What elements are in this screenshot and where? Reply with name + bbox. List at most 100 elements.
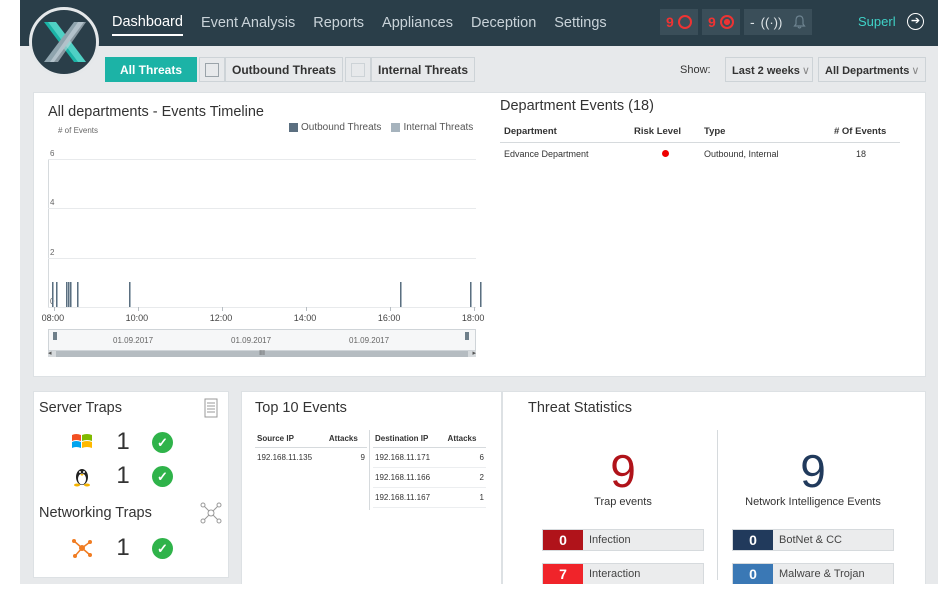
event-bar[interactable] [471, 282, 473, 307]
notifications-button[interactable] [786, 9, 812, 35]
x-tick-label: 16:00 [377, 313, 401, 323]
x-tick-mark [389, 307, 391, 311]
nav-appliances[interactable]: Appliances [382, 11, 453, 35]
radio-icon [205, 62, 220, 77]
table-divider [369, 430, 370, 510]
scroll-left-arrow-icon[interactable]: ◂ [48, 349, 52, 357]
dest-ip[interactable]: 192.168.11.166 [373, 467, 446, 488]
nav-deception[interactable]: Deception [471, 11, 536, 35]
col-risk-level[interactable]: Risk Level [630, 123, 700, 143]
y-axis-line [48, 159, 49, 307]
interaction-label: Interaction [589, 568, 641, 580]
chevron-down-icon: ∨ [801, 65, 810, 77]
legend-internal[interactable]: Internal Threats [403, 122, 473, 133]
internal-threats-button[interactable]: Internal Threats [371, 57, 476, 82]
event-bar[interactable] [68, 282, 70, 307]
col-destination-ip[interactable]: Destination IP [373, 432, 446, 448]
period-select[interactable]: Last 2 weeks ∨ [725, 57, 813, 82]
network-events-total: 9 [800, 445, 826, 497]
col-source-ip[interactable]: Source IP [255, 432, 327, 448]
dest-attacks: 2 [445, 467, 486, 488]
nav-handle-left[interactable] [53, 332, 57, 340]
col-events[interactable]: # Of Events [830, 123, 900, 143]
botnet-label: BotNet & CC [779, 534, 842, 546]
stat-botnet[interactable]: 0 BotNet & CC [732, 529, 894, 551]
nav-settings[interactable]: Settings [554, 11, 606, 35]
x-tick-mark [137, 307, 139, 311]
x-tick-label: 12:00 [209, 313, 233, 323]
all-threats-button[interactable]: All Threats [105, 57, 198, 82]
network-trap-count: 1 [116, 534, 130, 561]
trap-events-label: Trap events [594, 496, 652, 508]
nav-handle-right[interactable] [465, 332, 469, 340]
main-nav: Dashboard Event Analysis Reports Applian… [112, 0, 625, 46]
nav-reports[interactable]: Reports [313, 11, 364, 35]
source-ip[interactable]: 192.168.11.135 [255, 448, 327, 468]
x-logo-icon [44, 22, 86, 62]
departments-select[interactable]: All Departments ∨ [818, 57, 926, 82]
event-bar[interactable] [56, 282, 58, 307]
dest-ip[interactable]: 192.168.11.167 [373, 487, 446, 508]
timeline-chart[interactable]: 642008:0010:0012:0014:0016:0018:00 [42, 139, 485, 409]
scroll-thumb[interactable]: III [56, 350, 468, 357]
user-name[interactable]: Superl [858, 14, 896, 29]
outbound-threats-button[interactable]: Outbound Threats [225, 57, 344, 82]
table-row[interactable]: 192.168.11.135 9 [255, 448, 367, 468]
y-tick-label: 4 [50, 198, 55, 208]
malware-label: Malware & Trojan [779, 568, 865, 580]
trap-row-linux[interactable]: 1 ✓ [70, 462, 173, 490]
brand-logo[interactable] [29, 7, 99, 77]
nav-dashboard[interactable]: Dashboard [112, 10, 183, 36]
alert-ring-button[interactable]: 9 [660, 9, 698, 35]
dest-ip[interactable]: 192.168.11.171 [373, 447, 446, 468]
event-bar[interactable] [401, 282, 403, 307]
top10-title: Top 10 Events [255, 400, 347, 416]
network-topology-icon [200, 502, 222, 524]
event-bar[interactable] [53, 282, 55, 307]
source-attacks: 9 [360, 453, 365, 462]
server-rack-icon [204, 398, 218, 418]
linux-trap-count: 1 [116, 462, 130, 489]
table-row[interactable]: 192.168.11.171 6 [373, 447, 486, 468]
internal-radio[interactable] [345, 57, 372, 82]
show-label: Show: [680, 64, 711, 76]
stat-infection[interactable]: 0 Infection [542, 529, 704, 551]
col-dest-attacks[interactable]: Attacks [445, 432, 486, 448]
app-root: Dashboard Event Analysis Reports Applian… [20, 0, 938, 584]
legend-outbound[interactable]: Outbound Threats [301, 122, 381, 133]
signal-button[interactable]: - ((·)) [744, 9, 789, 35]
radio-selected-icon [351, 62, 366, 77]
linux-icon [74, 469, 90, 487]
trap-row-network[interactable]: 1 ✓ [70, 534, 173, 562]
ring-icon [677, 15, 692, 29]
scroll-right-arrow-icon[interactable]: ▸ [472, 349, 476, 357]
dest-attacks: 1 [445, 487, 486, 508]
table-row[interactable]: 192.168.11.167 1 [373, 487, 486, 508]
timeline-navigator[interactable]: 01.09.2017 01.09.2017 01.09.2017 [48, 329, 476, 351]
col-department[interactable]: Department [500, 123, 630, 143]
broadcast-icon: ((·)) [760, 14, 783, 30]
event-bar[interactable] [70, 282, 72, 307]
table-row[interactable]: Edvance Department Outbound, Internal 18 [500, 143, 900, 166]
col-source-attacks[interactable]: Attacks [326, 432, 367, 448]
event-bar[interactable] [480, 282, 482, 307]
logout-icon[interactable]: ➔ [907, 13, 924, 30]
nav-date-1: 01.09.2017 [113, 336, 154, 345]
stat-interaction[interactable]: 7 Interaction [542, 563, 704, 584]
legend-swatch-outbound [289, 123, 298, 132]
table-row[interactable]: 192.168.11.166 2 [373, 467, 486, 488]
event-bar[interactable] [130, 282, 132, 307]
trap-row-windows[interactable]: 1 ✓ [70, 428, 173, 456]
gridline [48, 257, 476, 259]
event-bar[interactable] [77, 282, 79, 307]
networking-traps-title: Networking Traps [39, 505, 152, 521]
alert-target-button[interactable]: 9 [702, 9, 740, 35]
windows-icon [72, 434, 92, 448]
col-type[interactable]: Type [700, 123, 830, 143]
timeline-scrollbar[interactable]: ◂ III ▸ [48, 349, 476, 357]
source-ip-table: Source IP Attacks 192.168.11.135 9 [255, 432, 367, 467]
outbound-radio[interactable] [199, 57, 226, 82]
stat-malware[interactable]: 0 Malware & Trojan [732, 563, 894, 584]
dept-name[interactable]: Edvance Department [500, 143, 630, 166]
nav-event-analysis[interactable]: Event Analysis [201, 11, 295, 35]
